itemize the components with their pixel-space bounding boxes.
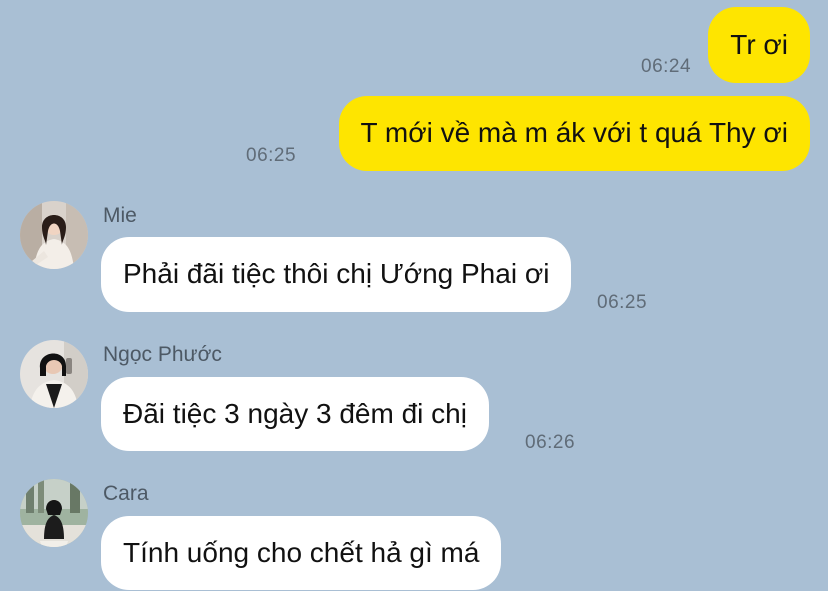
message-text: Tính uống cho chết hả gì má: [123, 536, 480, 568]
incoming-message-bubble[interactable]: Tính uống cho chết hả gì má: [101, 516, 502, 590]
outgoing-message-bubble[interactable]: Tr ơi: [708, 7, 810, 83]
chat-thread: Tr ơi 06:24 T mới về mà m ák với t quá T…: [0, 0, 828, 591]
sender-name: Cara: [103, 482, 149, 505]
message-timestamp: 06:26: [525, 432, 576, 453]
sender-name: Ngọc Phước: [103, 343, 222, 366]
message-text: T mới về mà m ák với t quá Thy ơi: [360, 117, 789, 149]
message-timestamp: 06:25: [246, 145, 297, 166]
avatar[interactable]: [20, 201, 88, 269]
outgoing-message-bubble[interactable]: T mới về mà m ák với t quá Thy ơi: [338, 96, 810, 171]
avatar-mie-icon: [20, 201, 88, 269]
incoming-message-bubble[interactable]: Đãi tiệc 3 ngày 3 đêm đi chị: [101, 377, 489, 451]
avatar[interactable]: [20, 479, 88, 547]
message-text: Phải đãi tiệc thôi chị Ướng Phai ơi: [123, 258, 550, 290]
avatar[interactable]: [20, 340, 88, 408]
message-text: Đãi tiệc 3 ngày 3 đêm đi chị: [123, 397, 467, 429]
message-timestamp: 06:24: [641, 56, 692, 77]
incoming-message-bubble[interactable]: Phải đãi tiệc thôi chị Ướng Phai ơi: [101, 237, 572, 312]
avatar-cara-icon: [20, 479, 88, 547]
avatar-ngoc-phuoc-icon: [20, 340, 88, 408]
sender-name: Mie: [103, 204, 137, 227]
message-timestamp: 06:25: [597, 292, 648, 313]
message-text: Tr ơi: [730, 28, 788, 60]
